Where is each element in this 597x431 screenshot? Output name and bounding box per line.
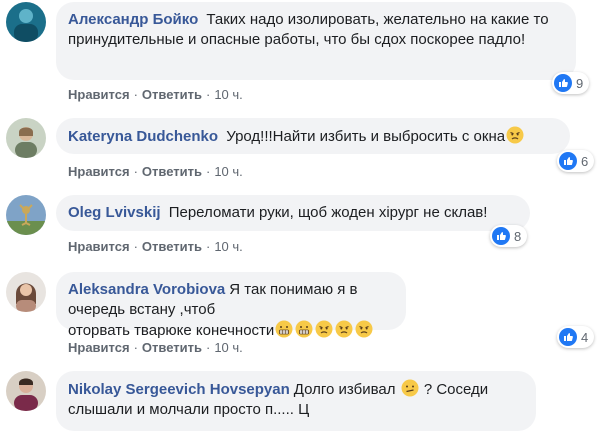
- comment-text-line-2: слышали и молчали просто п..... Ц: [68, 401, 310, 418]
- reply-link[interactable]: Ответить: [142, 340, 202, 355]
- comment-text: Урод!!!Найти избить и выбросить с окна: [226, 128, 506, 145]
- reaction-count-value: 9: [576, 75, 584, 91]
- comment-bubble: Oleg Lvivskij Переломати руки, щоб жоден…: [56, 195, 530, 231]
- like-link[interactable]: Нравится: [68, 239, 130, 254]
- separator: ·: [205, 340, 211, 355]
- timestamp[interactable]: 10 ч.: [214, 340, 242, 355]
- timestamp[interactable]: 10 ч.: [214, 164, 242, 179]
- separator: ·: [133, 164, 138, 179]
- comment-bubble: Aleksandra Vorobiova Я так понимаю я в оч…: [56, 272, 406, 339]
- reaction-count[interactable]: 4: [557, 326, 595, 348]
- reply-link[interactable]: Ответить: [142, 87, 202, 102]
- avatar[interactable]: [6, 195, 46, 235]
- reply-link[interactable]: Ответить: [142, 239, 202, 254]
- separator: ·: [133, 87, 138, 102]
- like-icon: [492, 227, 510, 245]
- like-icon: [559, 152, 577, 170]
- timestamp[interactable]: 10 ч.: [214, 239, 242, 254]
- separator: ·: [205, 164, 211, 179]
- comment-text-line-2: оторвать тварюке конечности: [68, 322, 275, 339]
- reply-link[interactable]: Ответить: [142, 164, 202, 179]
- like-link[interactable]: Нравится: [68, 164, 130, 179]
- angry-emoji-icon: [506, 126, 524, 144]
- separator: ·: [133, 239, 138, 254]
- author-name[interactable]: Александр Бойко: [68, 11, 198, 28]
- grimace-emoji-icon: [295, 320, 313, 338]
- separator: ·: [205, 239, 211, 254]
- author-name[interactable]: Aleksandra Vorobiova: [68, 281, 225, 298]
- avatar[interactable]: [6, 371, 46, 411]
- avatar[interactable]: [6, 272, 46, 312]
- separator: ·: [205, 87, 211, 102]
- author-name[interactable]: Kateryna Dudchenko: [68, 128, 218, 145]
- reaction-count-value: 8: [514, 228, 522, 244]
- separator: ·: [133, 340, 138, 355]
- comment-actions: Нравится · Ответить · 10 ч.: [68, 87, 243, 102]
- author-name[interactable]: Nikolay Sergeevich Hovsepyan: [68, 381, 290, 398]
- comment-text-line-1b: ? Соседи: [423, 381, 489, 398]
- reaction-count[interactable]: 6: [557, 150, 595, 172]
- comment-actions: Нравится · Ответить · 10 ч.: [68, 164, 243, 179]
- confused-emoji-icon: [401, 379, 419, 397]
- reaction-count-value: 4: [581, 329, 589, 345]
- angry-emoji-icon: [355, 320, 373, 338]
- comment-actions: Нравится · Ответить · 10 ч.: [68, 239, 243, 254]
- like-icon: [559, 328, 577, 346]
- comment-bubble: Kateryna Dudchenko Урод!!!Найти избить и…: [56, 118, 570, 154]
- comment-actions: Нравится · Ответить · 10 ч.: [68, 340, 243, 355]
- comment-bubble: Александр Бойко Таких надо изолировать, …: [56, 2, 576, 80]
- reaction-count[interactable]: 8: [490, 225, 528, 247]
- timestamp[interactable]: 10 ч.: [214, 87, 242, 102]
- comment-text: Переломати руки, щоб жоден хірург не скл…: [168, 204, 488, 221]
- avatar[interactable]: [6, 118, 46, 158]
- grimace-emoji-icon: [275, 320, 293, 338]
- like-link[interactable]: Нравится: [68, 87, 130, 102]
- avatar[interactable]: [6, 2, 46, 42]
- angry-emoji-icon: [315, 320, 333, 338]
- reaction-count[interactable]: 9: [552, 72, 590, 94]
- comment-bubble: Nikolay Sergeevich Hovsepyan Долго избива…: [56, 371, 536, 431]
- like-icon: [554, 74, 572, 92]
- like-link[interactable]: Нравится: [68, 340, 130, 355]
- angry-emoji-icon: [335, 320, 353, 338]
- comment-text-line-1: Долго избивал: [293, 381, 396, 398]
- reaction-count-value: 6: [581, 153, 589, 169]
- author-name[interactable]: Oleg Lvivskij: [68, 204, 161, 221]
